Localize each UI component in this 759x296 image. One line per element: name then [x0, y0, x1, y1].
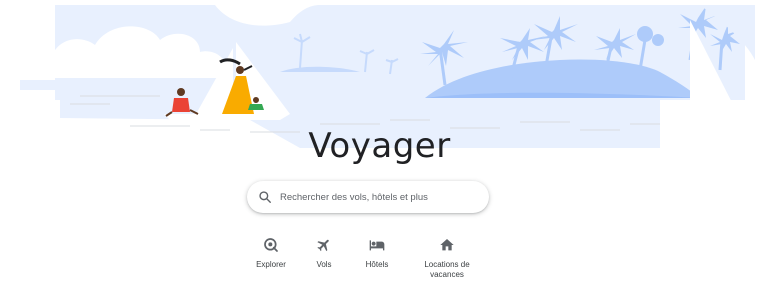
hotel-bed-icon: [369, 237, 385, 253]
category-label: Hôtels: [365, 260, 389, 269]
search-icon: [258, 190, 272, 204]
explore-icon: [263, 237, 279, 253]
category-hotels[interactable]: Hôtels: [342, 236, 412, 270]
flight-icon: [316, 237, 332, 253]
category-label: Vols: [316, 260, 332, 269]
search-input[interactable]: [280, 191, 470, 203]
category-locations-vacances[interactable]: Locations de vacances: [412, 236, 482, 280]
category-label: Explorer: [256, 260, 286, 269]
page-title: Voyager: [308, 126, 451, 166]
category-label: Locations de vacances: [424, 260, 470, 279]
search-bar[interactable]: [247, 181, 489, 213]
home-icon: [439, 237, 455, 253]
